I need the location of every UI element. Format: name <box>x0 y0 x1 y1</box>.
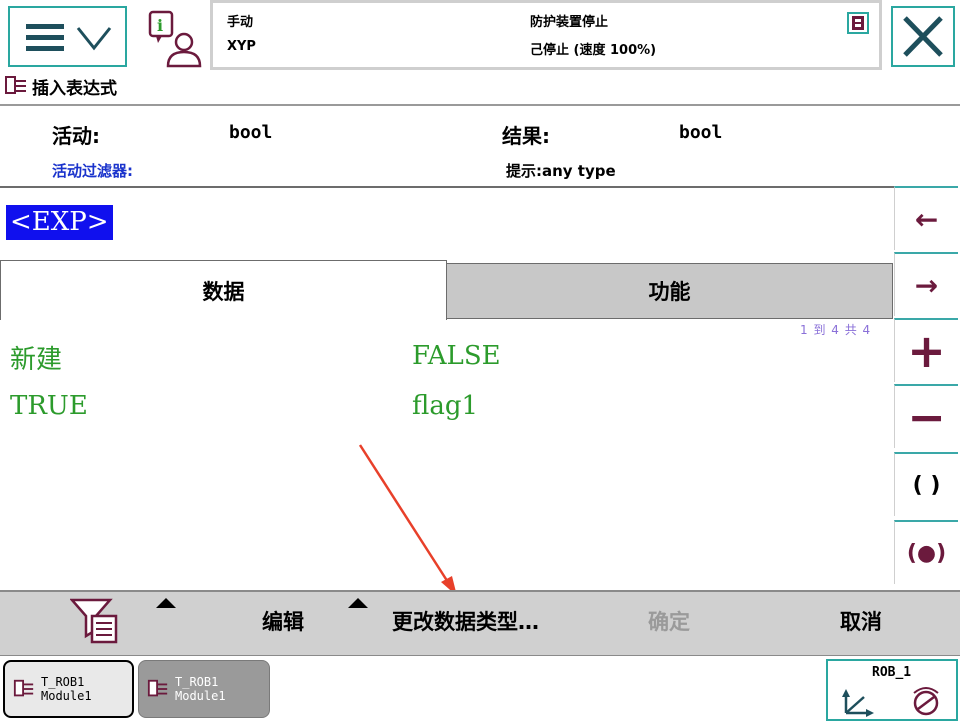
change-data-type-button[interactable]: 更改数据类型… <box>392 606 539 636</box>
arrow-left-icon: ← <box>914 202 939 236</box>
status-panel[interactable]: 手动 XYP 防护装置停止 己停止 (速度 100%) <box>210 0 882 70</box>
plus-icon: + <box>907 324 946 378</box>
program-editor-icon <box>147 679 168 697</box>
parentheses-icon: ( ) <box>912 472 941 498</box>
pager-text: 1 到 4 共 4 <box>800 323 872 337</box>
enclosed-parentheses-button[interactable]: (●) <box>894 520 958 584</box>
window-title: 插入表达式 <box>4 73 117 99</box>
event-log-icon[interactable]: i <box>146 10 204 68</box>
list-item-new[interactable]: 新建 <box>10 339 62 376</box>
active-label: 活动: <box>52 124 100 148</box>
system-name: XYP <box>227 39 256 54</box>
robot-name: ROB_1 <box>872 665 912 680</box>
remove-button[interactable]: − <box>894 384 958 448</box>
result-value: bool <box>679 122 723 143</box>
quickset-robot-button[interactable]: ROB_1 <box>826 659 958 721</box>
divider <box>0 104 960 106</box>
tab-functions[interactable]: 功能 <box>446 263 893 319</box>
svg-text:i: i <box>157 16 163 35</box>
edit-menu-button[interactable]: 编辑 <box>262 606 304 636</box>
filled-parentheses-icon: (●) <box>906 540 947 566</box>
list-item-true[interactable]: TRUE <box>10 391 88 421</box>
minus-icon: − <box>907 390 946 444</box>
close-button[interactable] <box>891 6 955 67</box>
task-button-active[interactable]: T_ROB1 Module1 <box>3 660 134 718</box>
type-hint: 提示:any type <box>506 162 616 180</box>
parentheses-button[interactable]: ( ) <box>894 452 958 516</box>
confirm-button[interactable]: 确定 <box>648 606 690 636</box>
filter-icon[interactable] <box>70 598 120 646</box>
hamburger-menu-icon <box>26 24 112 51</box>
task-button[interactable]: T_ROB1 Module1 <box>138 660 270 718</box>
cursor-right-button[interactable]: → <box>894 252 958 316</box>
list-item-flag1[interactable]: flag1 <box>412 391 478 421</box>
jog-coordinate-icon <box>842 687 939 717</box>
edit-menu-caret-icon <box>348 598 368 608</box>
program-status-icon <box>847 12 869 34</box>
safety-status: 防护装置停止 <box>530 15 609 30</box>
task-name: T_ROB1 <box>175 675 219 689</box>
filter-menu-caret-icon <box>156 598 176 608</box>
annotation-arrow <box>358 444 457 596</box>
program-editor-icon <box>13 679 34 697</box>
mode-text: 手动 <box>227 15 254 30</box>
tab-data[interactable]: 数据 <box>0 260 447 320</box>
active-filter-label[interactable]: 活动过滤器: <box>52 160 133 181</box>
list-item-false[interactable]: FALSE <box>412 341 501 371</box>
arrow-right-icon: → <box>914 268 939 302</box>
tab-functions-label: 功能 <box>648 280 691 304</box>
run-status: 己停止 (速度 100%) <box>530 43 657 58</box>
task-name: T_ROB1 <box>41 675 85 689</box>
expression-placeholder-token[interactable]: <EXP> <box>6 205 113 240</box>
add-button[interactable]: + <box>894 318 958 382</box>
module-name: Module1 <box>175 689 226 703</box>
expression-editor[interactable] <box>0 186 894 261</box>
cancel-button[interactable]: 取消 <box>840 606 882 636</box>
module-name: Module1 <box>41 689 92 703</box>
window-title-text: 插入表达式 <box>32 78 117 99</box>
program-editor-icon <box>5 76 26 94</box>
result-label: 结果: <box>502 124 550 148</box>
close-icon <box>903 16 943 57</box>
active-value: bool <box>229 122 273 143</box>
main-menu-button[interactable] <box>8 6 127 67</box>
cursor-left-button[interactable]: ← <box>894 186 958 250</box>
tab-data-label: 数据 <box>202 279 245 304</box>
